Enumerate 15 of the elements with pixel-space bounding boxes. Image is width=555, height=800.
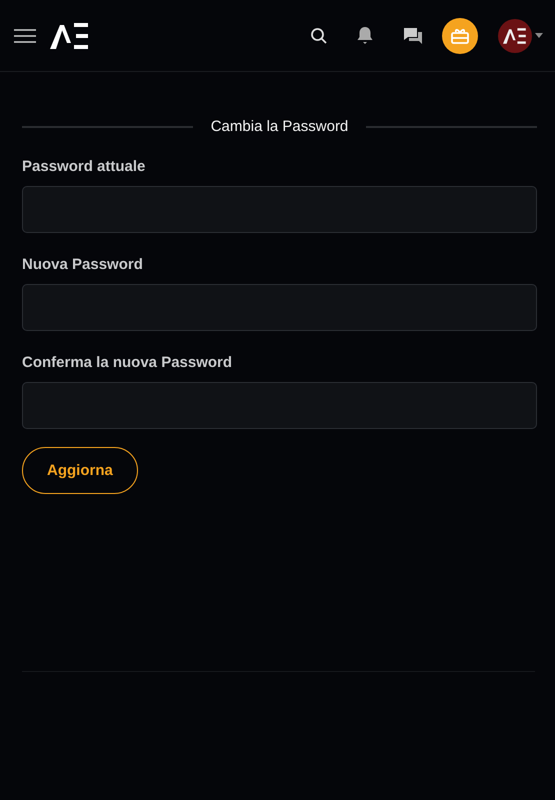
section-title: Cambia la Password <box>210 118 348 135</box>
password-field[interactable] <box>22 186 537 233</box>
update-button[interactable]: Aggiorna <box>22 447 138 494</box>
field-label: Nuova Password <box>22 256 144 273</box>
logo-icon <box>503 28 527 44</box>
password-field[interactable] <box>22 382 537 429</box>
logo-icon[interactable] <box>50 22 90 48</box>
menu-button[interactable] <box>14 28 36 42</box>
gift-button[interactable] <box>442 18 478 54</box>
password-field[interactable] <box>22 284 537 331</box>
profile-menu-button[interactable] <box>498 18 543 52</box>
caret-icon <box>535 33 543 38</box>
field-label: Conferma la nuova Password <box>22 354 234 371</box>
field-label: Password attuale <box>22 158 146 175</box>
gift-icon <box>450 26 470 44</box>
